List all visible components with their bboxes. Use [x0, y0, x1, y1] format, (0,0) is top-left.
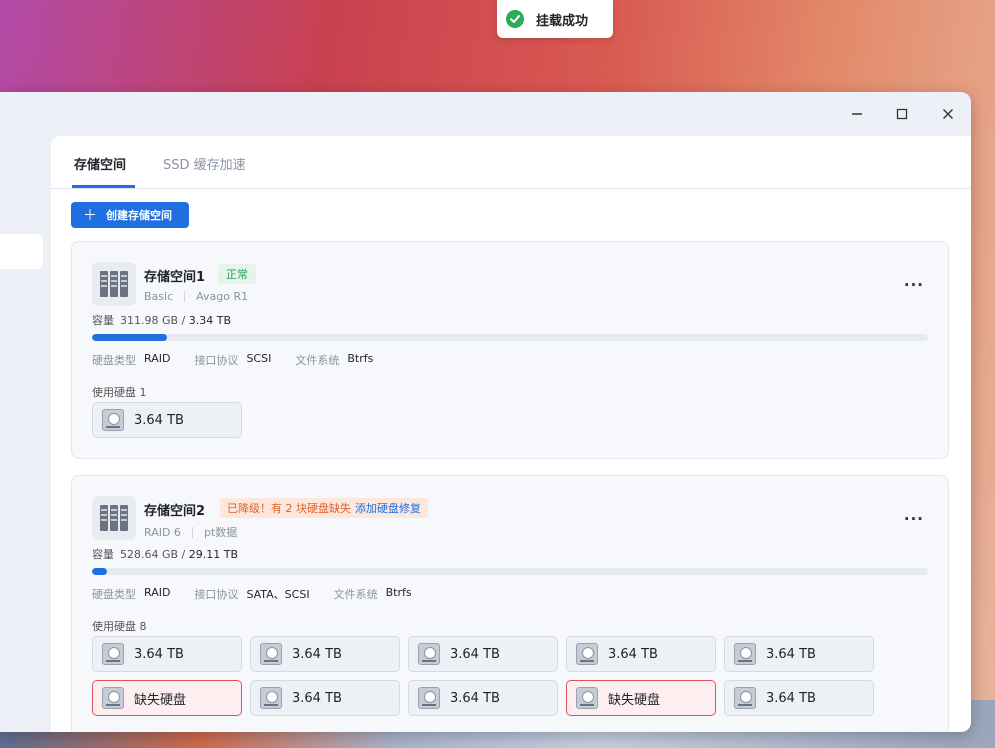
pool-properties: 硬盘类型 RAID 接口协议 SATA、SCSI 文件系统 Btrfs [92, 586, 412, 601]
pool-name: 存储空间2 [144, 504, 206, 519]
pool-description: pt数据 [203, 526, 238, 539]
hard-drive-icon [418, 643, 440, 665]
capacity-bar-fill [92, 568, 108, 575]
pool-subtitle: Basic Avago R1 [144, 290, 248, 303]
disk-item[interactable]: 3.64 TB [250, 680, 400, 716]
missing-disk-item[interactable]: 缺失硬盘 [566, 680, 716, 716]
hard-drive-icon [418, 687, 440, 709]
hard-drive-icon [576, 643, 598, 665]
hard-drive-icon [102, 643, 124, 665]
disk-item[interactable]: 3.64 TB [92, 402, 242, 438]
server-icon [92, 496, 136, 540]
tab-storage-space[interactable]: 存储空间 [74, 154, 126, 173]
hard-drive-icon [102, 409, 124, 431]
disks-count-label: 使用硬盘 1 [92, 386, 147, 399]
active-tab-indicator [72, 185, 135, 188]
tab-bar: 存储空间 SSD 缓存加速 [51, 136, 971, 189]
capacity-bar-fill [92, 334, 168, 341]
disk-item[interactable]: 3.64 TB [250, 636, 400, 672]
pool-properties: 硬盘类型 RAID 接口协议 SCSI 文件系统 Btrfs [92, 352, 374, 367]
capacity-bar [92, 334, 928, 341]
pool-name: 存储空间1 [144, 270, 206, 285]
capacity-bar [92, 568, 928, 575]
check-circle-icon [506, 10, 524, 28]
hard-drive-icon [734, 643, 756, 665]
plus-icon: ＋ [83, 208, 97, 224]
create-storage-button[interactable]: ＋ 创建存储空间 [71, 202, 189, 228]
hard-drive-icon [576, 687, 598, 709]
degraded-warning-text: 已降级！有 2 块硬盘缺失 [227, 502, 351, 515]
create-storage-label: 创建存储空间 [106, 209, 172, 222]
maximize-button[interactable] [890, 102, 914, 126]
repair-link[interactable]: 添加硬盘修复 [355, 500, 421, 516]
hard-drive-icon [734, 687, 756, 709]
main-panel: 存储空间 SSD 缓存加速 ＋ 创建存储空间 存储空间1 正常 Basic Av… [51, 136, 971, 732]
toast-message: 挂载成功 [536, 13, 589, 29]
sidebar-selected-item[interactable] [0, 234, 43, 269]
disk-item[interactable]: 3.64 TB [566, 636, 716, 672]
capacity-text: 容量 528.64 GB / 29.11 TB [92, 548, 239, 561]
tab-ssd-cache[interactable]: SSD 缓存加速 [163, 154, 246, 173]
server-icon [92, 262, 136, 306]
storage-manager-window: 存储空间 SSD 缓存加速 ＋ 创建存储空间 存储空间1 正常 Basic Av… [0, 92, 971, 732]
pool-type: Basic [144, 290, 174, 303]
capacity-text: 容量 311.98 GB / 3.34 TB [92, 314, 232, 327]
close-button[interactable] [936, 102, 960, 126]
hard-drive-icon [260, 687, 282, 709]
pool-type: RAID 6 [144, 525, 181, 539]
degraded-status-badge: 已降级！有 2 块硬盘缺失 添加硬盘修复 [220, 498, 428, 518]
disk-item[interactable]: 3.64 TB [408, 680, 558, 716]
pool-subtitle: RAID 6 pt数据 [144, 524, 237, 540]
more-options-icon[interactable]: ··· [904, 510, 924, 528]
status-badge: 正常 [218, 264, 256, 284]
success-toast: 挂载成功 [497, 0, 613, 38]
disk-item[interactable]: 3.64 TB [408, 636, 558, 672]
disks-count-label: 使用硬盘 8 [92, 620, 147, 633]
missing-disk-item[interactable]: 缺失硬盘 [92, 680, 242, 716]
pool-description: Avago R1 [196, 290, 249, 303]
more-options-icon[interactable]: ··· [904, 276, 924, 294]
storage-pool-card: 存储空间1 正常 Basic Avago R1 ··· 容量 311.98 GB … [71, 241, 949, 459]
disk-item[interactable]: 3.64 TB [724, 680, 874, 716]
storage-pool-card: 存储空间2 已降级！有 2 块硬盘缺失 添加硬盘修复 RAID 6 pt数据 ·… [71, 475, 949, 732]
disk-item[interactable]: 3.64 TB [724, 636, 874, 672]
hard-drive-icon [102, 687, 124, 709]
hard-drive-icon [260, 643, 282, 665]
disk-item[interactable]: 3.64 TB [92, 636, 242, 672]
minimize-button[interactable] [845, 102, 869, 126]
